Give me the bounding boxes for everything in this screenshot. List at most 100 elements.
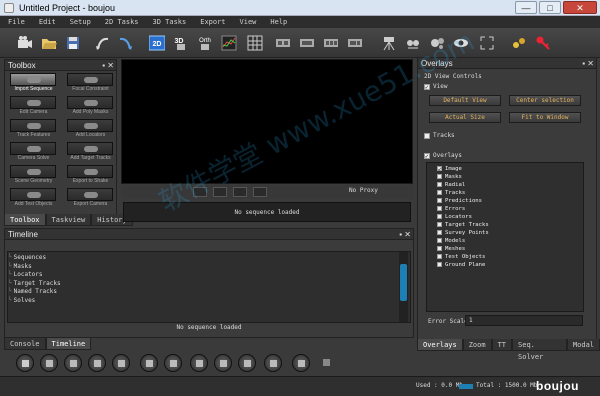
tab-modal[interactable]: Modal [566,339,600,351]
menu-setup[interactable]: Setup [70,16,91,28]
tripod-icon[interactable] [378,32,400,54]
loop-icon[interactable] [292,354,310,372]
view-2d-icon[interactable]: 2D [146,32,168,54]
boujou-logo: boujou [536,379,579,393]
tool-export-camera[interactable]: Export Camera [64,187,117,208]
save-icon[interactable] [62,32,84,54]
overlays-tabs: Overlays Zoom TT Seq. Solver Modal [417,339,600,361]
curve-icon[interactable] [233,187,247,197]
menu-help[interactable]: Help [270,16,287,28]
overlay-item-errors[interactable]: Errors [437,206,465,212]
play-back-button[interactable] [64,354,82,372]
points-icon[interactable] [508,32,530,54]
tool-scene-geometry[interactable]: Scene Geometry [7,164,60,185]
tree-target-tracks[interactable]: Target Tracks [8,280,61,289]
overlay-item-tracks[interactable]: Tracks [437,190,465,196]
overlays-pin-close-icon[interactable]: ▪ ✕ [582,58,594,69]
view-orth-icon[interactable]: Orth [194,32,216,54]
menu-2d-tasks[interactable]: 2D Tasks [105,16,139,28]
frame-icon[interactable] [476,32,498,54]
tab-console[interactable]: Console [4,338,46,350]
film-strip-3-icon[interactable] [320,32,342,54]
minimize-button[interactable]: — [515,1,537,14]
tree-solves[interactable]: Solves [8,297,61,306]
pointer-icon[interactable] [318,354,336,372]
frame-prev-button[interactable] [264,354,282,372]
overlay-item-models[interactable]: Models [437,238,465,244]
go-start-button[interactable] [16,354,34,372]
key-icon[interactable] [532,32,554,54]
film-strip-2-icon[interactable] [296,32,318,54]
tree-sequences[interactable]: Sequences [8,254,61,263]
film-strip-icon[interactable] [272,32,294,54]
tool-export-to-shake[interactable]: Export to Shake [64,164,117,185]
open-folder-icon[interactable] [38,32,60,54]
overlay-item-radial[interactable]: Radial [437,182,465,188]
actual-size-button[interactable]: Actual Size [429,112,501,123]
overlay-item-test-objects[interactable]: Test Objects [437,254,485,260]
timeline-pin-close-icon[interactable]: ▪ ✕ [399,229,411,240]
tool-focal-constraint[interactable]: Focal Constraint [64,72,117,93]
tab-toolbox[interactable]: Toolbox [4,214,46,226]
tool-add-poly-masks[interactable]: Add Poly Masks [64,95,117,116]
fit-to-window-button[interactable]: Fit to Window [509,112,581,123]
redo-curve-icon[interactable] [114,32,136,54]
camera-icon[interactable] [14,32,36,54]
menu-edit[interactable]: Edit [39,16,56,28]
timeline-area[interactable] [7,251,411,323]
tab-taskview[interactable]: Taskview [45,214,92,226]
key-next-button[interactable] [214,354,232,372]
overlay-item-ground-plane[interactable]: Ground Plane [437,262,485,268]
close-button[interactable]: ✕ [563,1,597,14]
tree-named-tracks[interactable]: Named Tracks [8,288,61,297]
tool-camera-solve[interactable]: Camera Solve [7,141,60,162]
tab-overlays[interactable]: Overlays [417,339,463,351]
tree-masks[interactable]: Masks [8,263,61,272]
overlays-checkbox[interactable]: Overlays [424,152,462,159]
box-icon[interactable] [253,187,267,197]
graph-icon[interactable] [218,32,240,54]
tool-edit-camera[interactable]: Edit Camera [7,95,60,116]
tool-add-target-tracks[interactable]: Add Target Tracks [64,141,117,162]
menu-file[interactable]: File [8,16,25,28]
undo-curve-icon[interactable] [92,32,114,54]
overlay-item-meshes[interactable]: Meshes [437,246,465,252]
error-scale-input[interactable]: 1 [465,315,583,326]
grid-icon[interactable] [244,32,266,54]
center-selection-button[interactable]: Center selection [509,95,581,106]
panel-pin-close-icon[interactable]: ▪ ✕ [102,60,114,71]
go-end-button[interactable] [112,354,130,372]
film-strip-4-icon[interactable] [344,32,366,54]
overlay-item-predictions[interactable]: Predictions [437,198,482,204]
overlay-item-locators[interactable]: Locators [437,214,472,220]
key-prev-button[interactable] [190,354,208,372]
tool-track-features[interactable]: Track Features [7,118,60,139]
default-view-button[interactable]: Default View [429,95,501,106]
tree-locators[interactable]: Locators [8,271,61,280]
overlay-item-image[interactable]: Image [437,166,462,172]
proxy-status: No Proxy [349,187,378,194]
maximize-button[interactable]: □ [539,1,561,14]
tab-tt[interactable]: TT [491,339,513,351]
tab-timeline[interactable]: Timeline [45,338,92,350]
menu-export[interactable]: Export [200,16,225,28]
tracks-checkbox[interactable]: Tracks [424,132,455,139]
pan-button[interactable] [238,354,256,372]
step-forward-button[interactable] [164,354,182,372]
tab-zoom[interactable]: Zoom [462,339,492,351]
play-forward-button[interactable] [88,354,106,372]
stop-button[interactable] [40,354,58,372]
overlay-item-target-tracks[interactable]: Target Tracks [437,222,489,228]
menu-3d-tasks[interactable]: 3D Tasks [153,16,187,28]
overlay-item-survey-points[interactable]: Survey Points [437,230,489,236]
menu-view[interactable]: View [240,16,257,28]
view-checkbox[interactable]: View [424,83,447,90]
tool-import-sequence[interactable]: Import Sequence [7,72,60,93]
tool-add-test-objects[interactable]: Add Test Objects [7,187,60,208]
tool-add-locators[interactable]: Add Locators [64,118,117,139]
tab-seq-solver[interactable]: Seq. Solver [512,339,567,361]
overlay-item-masks[interactable]: Masks [437,174,462,180]
view-3d-icon[interactable]: 3D [170,32,192,54]
timeline-scroll-thumb[interactable] [400,264,407,301]
step-back-button[interactable] [140,354,158,372]
